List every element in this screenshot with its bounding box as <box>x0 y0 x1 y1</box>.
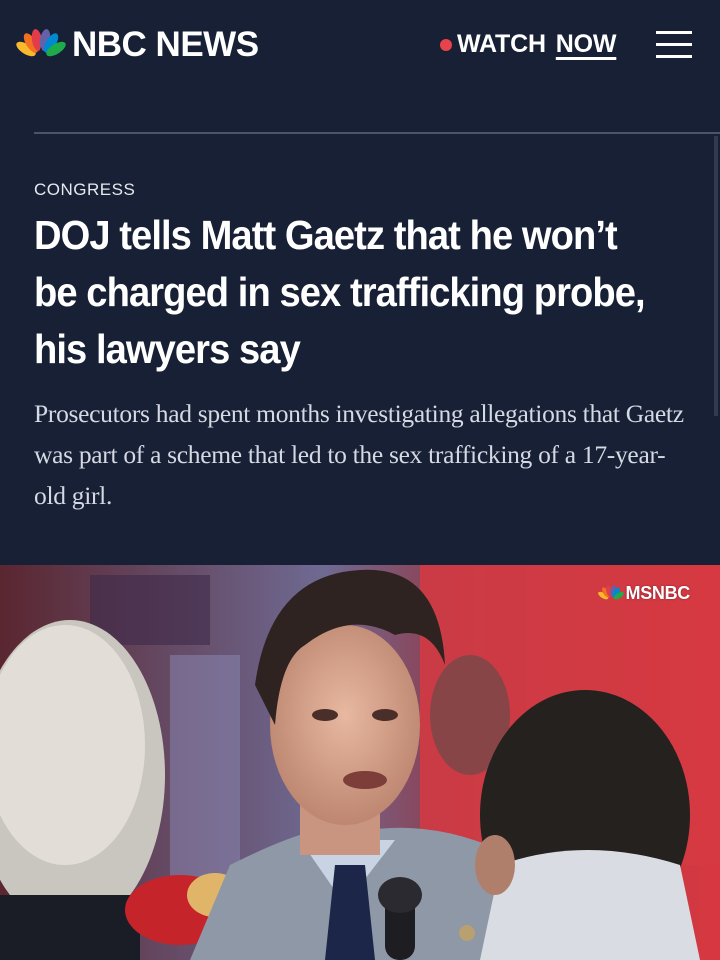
nbc-news-logo[interactable]: NBC NEWS <box>16 27 259 62</box>
watermark-text: MSNBC <box>625 583 691 603</box>
msnbc-watermark: MSNBC <box>597 583 691 604</box>
watch-now-link[interactable]: WATCH NOW <box>440 32 616 57</box>
scrollbar[interactable] <box>714 136 718 416</box>
photo-illustration <box>0 565 720 960</box>
hamburger-menu-icon[interactable] <box>656 29 692 61</box>
header-divider <box>34 132 720 134</box>
now-label: NOW <box>555 30 617 58</box>
watch-label: WATCH <box>457 30 546 58</box>
article-dek: Prosecutors had spent months investigati… <box>34 399 684 510</box>
live-dot-icon <box>440 38 452 51</box>
category-label[interactable]: CONGRESS <box>34 180 135 200</box>
peacock-logo-icon <box>597 585 624 600</box>
menu-line <box>656 31 692 34</box>
article-photo: MSNBC <box>0 565 720 960</box>
article-headline: DOJ tells Matt Gaetz that he won’t be ch… <box>34 212 646 372</box>
menu-line <box>656 43 692 46</box>
site-header: NBC NEWS WATCH NOW <box>0 0 720 92</box>
brand-name: NBC NEWS <box>72 25 259 64</box>
menu-line <box>656 55 692 58</box>
peacock-logo-icon <box>16 28 66 59</box>
